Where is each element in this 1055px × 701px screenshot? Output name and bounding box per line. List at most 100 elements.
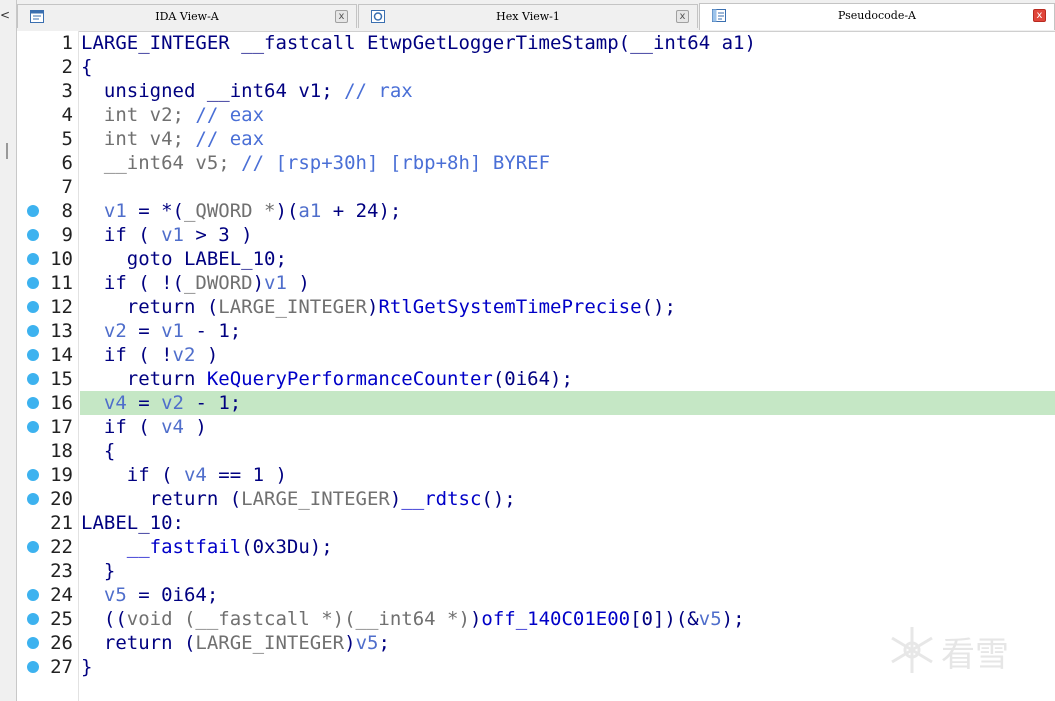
tab-ida-view-a[interactable]: IDA View-A x — [17, 4, 357, 28]
line-number: 24 — [50, 584, 73, 606]
code-token: - 1; — [184, 320, 242, 342]
code-line[interactable]: 8 v1 = *(_QWORD *)(a1 + 24); — [17, 199, 1055, 223]
code-line[interactable]: 22 __fastfail(0x3Du); — [17, 535, 1055, 559]
code-line[interactable]: 4 int v2; // eax — [17, 103, 1055, 127]
hex-view-icon — [371, 10, 385, 23]
breakpoint-dot-icon[interactable] — [27, 349, 39, 361]
line-number: 14 — [50, 344, 73, 366]
code-line[interactable]: 23 } — [17, 559, 1055, 583]
close-icon[interactable]: x — [676, 10, 689, 23]
code-line[interactable]: 21 LABEL_10: — [17, 511, 1055, 535]
line-number: 27 — [50, 656, 73, 678]
line-number: 8 — [61, 200, 73, 222]
line-number: 6 — [61, 152, 73, 174]
code-token: (); — [641, 296, 676, 318]
code-token: v5 — [103, 584, 127, 606]
line-number: 3 — [61, 80, 73, 102]
breakpoint-dot-icon[interactable] — [27, 397, 39, 409]
code-token: return ( — [81, 488, 242, 510]
breakpoint-dot-icon[interactable] — [27, 421, 39, 433]
code-line[interactable]: 14 if ( !v2 ) — [17, 343, 1055, 367]
code-text: unsigned __int64 v1; // rax — [81, 79, 413, 103]
pseudocode-view[interactable]: 1 LARGE_INTEGER __fastcall EtwpGetLoggerT… — [17, 31, 1055, 701]
code-text: return (LARGE_INTEGER)v5; — [81, 631, 390, 655]
code-token: v4 — [161, 416, 184, 438]
code-line[interactable]: 9 if ( v1 > 3 ) — [17, 223, 1055, 247]
code-text: { — [81, 55, 92, 79]
code-line[interactable]: 2{ — [17, 55, 1055, 79]
code-line[interactable]: 1 LARGE_INTEGER __fastcall EtwpGetLoggerT… — [17, 31, 1055, 55]
code-token: (); — [481, 488, 516, 510]
code-line[interactable]: 24 v5 = 0i64; — [17, 583, 1055, 607]
code-line[interactable]: 17 if ( v4 ) — [17, 415, 1055, 439]
code-token: a1 — [298, 200, 322, 222]
breakpoint-dot-icon[interactable] — [27, 301, 39, 313]
collapse-arrow-icon[interactable]: < — [0, 8, 10, 22]
code-token: ) — [183, 416, 207, 438]
code-line[interactable]: 7 — [17, 175, 1055, 199]
breakpoint-dot-icon[interactable] — [27, 325, 39, 337]
code-token: = 0i64; — [126, 584, 219, 606]
breakpoint-dot-icon[interactable] — [27, 373, 39, 385]
code-line[interactable]: 3 unsigned __int64 v1; // rax — [17, 79, 1055, 103]
code-line[interactable]: 6 __int64 v5; // [rsp+30h] [rbp+8h] BYRE… — [17, 151, 1055, 175]
close-icon[interactable]: x — [335, 10, 348, 23]
code-line[interactable]: 15 return KeQueryPerformanceCounter(0i64… — [17, 367, 1055, 391]
line-number: 21 — [50, 512, 73, 534]
code-token: v2 — [172, 344, 196, 366]
code-line[interactable]: 16 v4 = v2 - 1; — [17, 391, 1055, 415]
code-line[interactable]: 13 v2 = v1 - 1; — [17, 319, 1055, 343]
code-text: LABEL_10: — [81, 511, 184, 535]
code-token: v1 — [264, 272, 287, 294]
code-token: ) — [344, 632, 356, 654]
code-line[interactable]: 5 int v4; // eax — [17, 127, 1055, 151]
code-line[interactable]: 10 goto LABEL_10; — [17, 247, 1055, 271]
code-line[interactable]: 12 return (LARGE_INTEGER)RtlGetSystemTim… — [17, 295, 1055, 319]
code-token: __rdtsc — [401, 488, 482, 510]
code-token: - 1; — [184, 392, 242, 414]
code-token: if ( — [81, 464, 184, 486]
code-line[interactable]: 20 return (LARGE_INTEGER)__rdtsc(); — [17, 487, 1055, 511]
line-number: 23 — [50, 560, 73, 582]
code-line[interactable]: 19 if ( v4 == 1 ) — [17, 463, 1055, 487]
code-line[interactable]: 11 if ( !(_DWORD)v1 ) — [17, 271, 1055, 295]
breakpoint-dot-icon[interactable] — [27, 277, 39, 289]
line-number: 26 — [50, 632, 73, 654]
code-text: goto LABEL_10; — [81, 247, 287, 271]
code-text: return (LARGE_INTEGER)RtlGetSystemTimePr… — [81, 295, 676, 319]
code-text: if ( v4 ) — [81, 415, 207, 439]
tab-label: Hex View-1 — [496, 10, 560, 23]
line-number: 17 — [50, 416, 73, 438]
code-token: if ( !( — [81, 272, 184, 294]
code-text: __int64 v5; // [rsp+30h] [rbp+8h] BYREF — [81, 151, 550, 175]
ida-view-icon — [30, 10, 44, 23]
tab-pseudocode-a[interactable]: Pseudocode-A x — [699, 3, 1055, 30]
splitter-grip[interactable] — [6, 143, 8, 159]
code-text: v2 = v1 - 1; — [81, 319, 241, 343]
breakpoint-dot-icon[interactable] — [27, 541, 39, 553]
code-token: _QWORD * — [183, 200, 276, 222]
line-number: 19 — [50, 464, 73, 486]
line-number: 10 — [50, 248, 73, 270]
breakpoint-dot-icon[interactable] — [27, 589, 39, 601]
breakpoint-dot-icon[interactable] — [27, 469, 39, 481]
line-number: 1 — [61, 32, 73, 54]
code-token: } — [81, 560, 116, 582]
code-line[interactable]: 18 { — [17, 439, 1055, 463]
breakpoint-dot-icon[interactable] — [27, 205, 39, 217]
close-icon[interactable]: x — [1033, 9, 1046, 22]
line-number: 4 — [61, 104, 73, 126]
code-token: ) — [195, 344, 219, 366]
breakpoint-dot-icon[interactable] — [27, 493, 39, 505]
code-token: return — [81, 368, 207, 390]
breakpoint-dot-icon[interactable] — [27, 613, 39, 625]
breakpoint-dot-icon[interactable] — [27, 229, 39, 241]
tab-hex-view-1[interactable]: Hex View-1 x — [358, 4, 698, 28]
breakpoint-dot-icon[interactable] — [27, 637, 39, 649]
breakpoint-dot-icon[interactable] — [27, 661, 39, 673]
left-panel-strip: < — [0, 0, 17, 701]
code-token: { — [81, 440, 116, 462]
tab-label: Pseudocode-A — [837, 9, 916, 22]
breakpoint-dot-icon[interactable] — [27, 253, 39, 265]
